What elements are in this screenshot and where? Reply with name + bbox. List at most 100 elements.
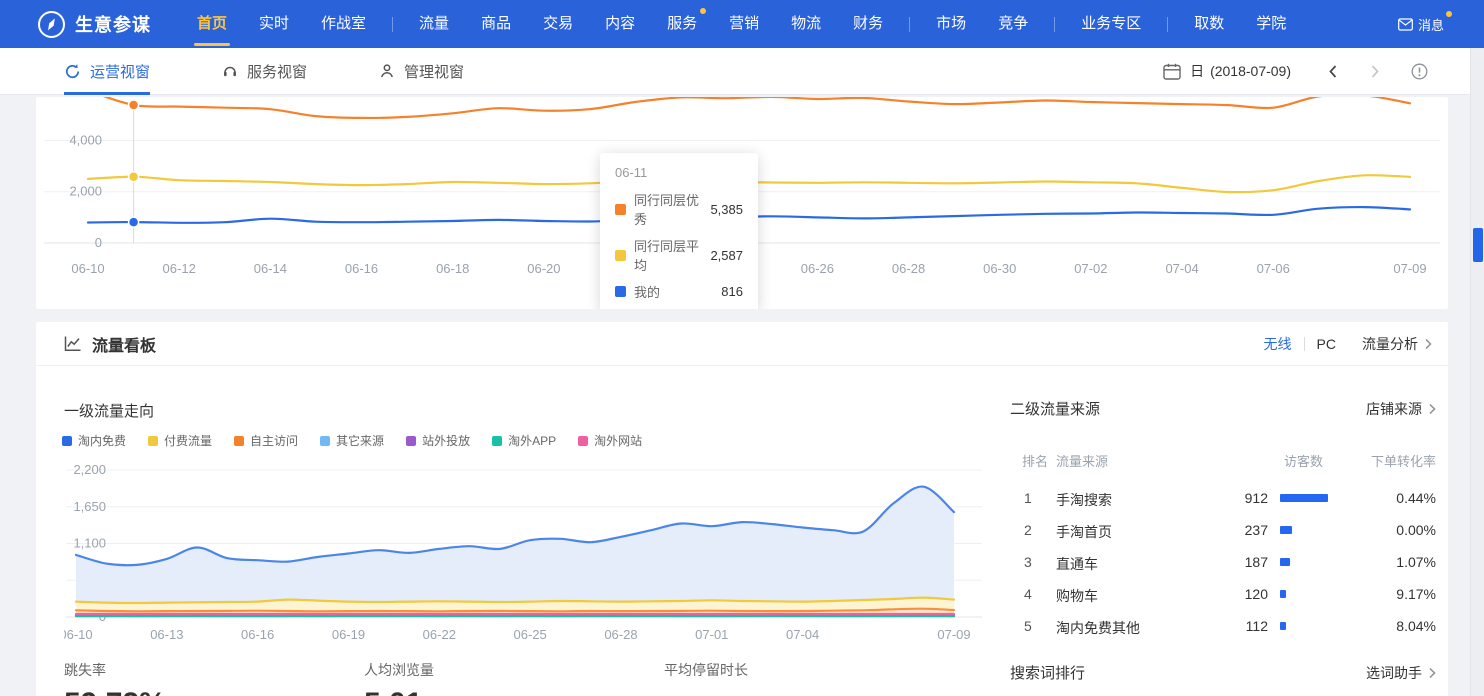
legend-item[interactable]: 淘外网站 bbox=[578, 432, 642, 449]
search-rank-header: 搜索词排行 选词助手 bbox=[1010, 662, 1436, 683]
nav-item-marketing[interactable]: 营销 bbox=[713, 0, 775, 48]
scrollbar-thumb[interactable] bbox=[1473, 228, 1483, 262]
table-row[interactable]: 3直通车 187 1.07% bbox=[1010, 545, 1436, 577]
nav-divider bbox=[392, 17, 393, 32]
table-row[interactable]: 2手淘首页 237 0.00% bbox=[1010, 513, 1436, 545]
device-tab-pc[interactable]: PC bbox=[1317, 336, 1336, 352]
svg-text:07-04: 07-04 bbox=[786, 627, 819, 642]
nav-divider bbox=[1054, 17, 1055, 32]
legend-item[interactable]: 自主访问 bbox=[234, 432, 298, 449]
svg-text:1,100: 1,100 bbox=[73, 536, 106, 551]
svg-text:0: 0 bbox=[95, 235, 102, 250]
headset-icon bbox=[222, 63, 238, 79]
svg-text:06-30: 06-30 bbox=[983, 261, 1016, 276]
svg-text:06-10: 06-10 bbox=[71, 261, 104, 276]
tooltip-date: 06-11 bbox=[615, 165, 743, 180]
legend-item[interactable]: 其它来源 bbox=[320, 432, 384, 449]
traffic-board-card: 流量看板 无线 PC 流量分析 一级流量走向 淘内免费 付费流量 自主访问 其它… bbox=[36, 322, 1448, 696]
svg-text:06-16: 06-16 bbox=[345, 261, 378, 276]
stat-avg-stay-time: 平均停留时长 17.49秒 bbox=[664, 660, 964, 696]
svg-text:1,650: 1,650 bbox=[73, 499, 106, 514]
area-chart-legend: 淘内免费 付费流量 自主访问 其它来源 站外投放 淘外APP 淘外网站 bbox=[62, 432, 664, 449]
scrollbar-track[interactable] bbox=[1470, 48, 1484, 696]
board-controls: 无线 PC 流量分析 bbox=[1264, 334, 1432, 354]
nav-divider bbox=[1167, 17, 1168, 32]
brand[interactable]: 生意参谋 bbox=[38, 11, 151, 38]
nav-item-trade[interactable]: 交易 bbox=[527, 0, 589, 48]
nav-item-logistics[interactable]: 物流 bbox=[775, 0, 837, 48]
nav-item-goods[interactable]: 商品 bbox=[465, 0, 527, 48]
visitor-benchmark-chart-card: 02,0004,00006-1006-1206-1406-1606-1806-2… bbox=[36, 97, 1448, 309]
tab-operations-view[interactable]: 运营视窗 bbox=[64, 48, 150, 95]
calendar-icon[interactable] bbox=[1163, 63, 1181, 80]
svg-text:2,000: 2,000 bbox=[69, 184, 102, 199]
prev-date-button[interactable] bbox=[1327, 64, 1339, 79]
nav-item-competition[interactable]: 竞争 bbox=[982, 0, 1044, 48]
svg-text:07-01: 07-01 bbox=[695, 627, 728, 642]
legend-item[interactable]: 淘内免费 bbox=[62, 432, 126, 449]
secondary-traffic-panel: 二级流量来源 店铺来源 排名 流量来源 访客数 下单转化率 1手淘搜索 912 bbox=[1010, 398, 1436, 641]
svg-text:06-20: 06-20 bbox=[527, 261, 560, 276]
sycm-logo-icon bbox=[38, 11, 65, 38]
nav-item-finance[interactable]: 财务 bbox=[837, 0, 899, 48]
next-date-button[interactable] bbox=[1369, 64, 1381, 79]
series-swatch bbox=[615, 250, 626, 261]
nav-item-service[interactable]: 服务 bbox=[651, 0, 713, 48]
table-row[interactable]: 5淘内免费其他 112 8.04% bbox=[1010, 609, 1436, 641]
svg-text:07-09: 07-09 bbox=[937, 627, 970, 642]
tooltip-row: 我的 816 bbox=[615, 282, 743, 301]
visitors-bar bbox=[1280, 590, 1286, 598]
date-bar: 日 (2018-07-09) bbox=[1163, 61, 1428, 81]
svg-text:06-28: 06-28 bbox=[892, 261, 925, 276]
nav-item-content[interactable]: 内容 bbox=[589, 0, 651, 48]
primary-traffic-area-chart[interactable]: 05501,1001,6502,20006-1006-1306-1606-190… bbox=[64, 452, 984, 652]
legend-item[interactable]: 淘外APP bbox=[492, 432, 556, 449]
nav-item-academy[interactable]: 学院 bbox=[1240, 0, 1302, 48]
svg-text:06-16: 06-16 bbox=[241, 627, 274, 642]
series-swatch bbox=[615, 204, 626, 215]
chevron-right-icon bbox=[1424, 338, 1432, 350]
svg-text:06-26: 06-26 bbox=[801, 261, 834, 276]
svg-text:06-19: 06-19 bbox=[332, 627, 365, 642]
user-icon bbox=[379, 63, 395, 79]
top-nav: 生意参谋 首页 实时 作战室 流量 商品 交易 内容 服务 营销 物流 财务 市… bbox=[0, 0, 1484, 48]
legend-item[interactable]: 站外投放 bbox=[406, 432, 470, 449]
svg-text:06-25: 06-25 bbox=[514, 627, 547, 642]
tooltip-row: 同行同层优秀 5,385 bbox=[615, 190, 743, 228]
tab-management-view[interactable]: 管理视窗 bbox=[379, 48, 464, 95]
table-row[interactable]: 4购物车 120 9.17% bbox=[1010, 577, 1436, 609]
visitors-bar bbox=[1280, 494, 1328, 502]
svg-text:07-02: 07-02 bbox=[1074, 261, 1107, 276]
notification-dot bbox=[1446, 11, 1452, 17]
traffic-analysis-link[interactable]: 流量分析 bbox=[1362, 334, 1432, 354]
legend-item[interactable]: 付费流量 bbox=[148, 432, 212, 449]
table-header: 排名 流量来源 访客数 下单转化率 bbox=[1010, 451, 1436, 467]
nav-item-home[interactable]: 首页 bbox=[181, 0, 243, 48]
primary-traffic-title: 一级流量走向 bbox=[64, 400, 154, 421]
nav-item-market[interactable]: 市场 bbox=[920, 0, 982, 48]
tab-service-view[interactable]: 服务视窗 bbox=[222, 48, 307, 95]
svg-text:06-10: 06-10 bbox=[64, 627, 93, 642]
nav-item-data-fetch[interactable]: 取数 bbox=[1178, 0, 1240, 48]
stat-pages-per-visit: 人均浏览量 5.01 bbox=[364, 660, 664, 696]
view-tabbar: 运营视窗 服务视窗 管理视窗 日 (2018-07-09) bbox=[0, 48, 1484, 95]
date-granularity[interactable]: 日 bbox=[1190, 61, 1204, 81]
search-rank-title: 搜索词排行 bbox=[1010, 662, 1085, 683]
svg-text:4,000: 4,000 bbox=[69, 132, 102, 147]
divider bbox=[1304, 337, 1305, 351]
visitors-bar bbox=[1280, 558, 1290, 566]
date-value[interactable]: (2018-07-09) bbox=[1210, 63, 1291, 79]
stat-bounce-rate: 跳失率 59.72% bbox=[64, 660, 364, 696]
nav-item-warroom[interactable]: 作战室 bbox=[305, 0, 382, 48]
device-tab-wireless[interactable]: 无线 bbox=[1264, 334, 1292, 354]
nav-item-business-zone[interactable]: 业务专区 bbox=[1065, 0, 1157, 48]
messages-button[interactable]: 消息 bbox=[1398, 15, 1444, 34]
nav-item-realtime[interactable]: 实时 bbox=[243, 0, 305, 48]
shop-source-link[interactable]: 店铺来源 bbox=[1366, 399, 1436, 419]
word-assistant-link[interactable]: 选词助手 bbox=[1366, 663, 1436, 683]
nav-divider bbox=[909, 17, 910, 32]
table-row[interactable]: 1手淘搜索 912 0.44% bbox=[1010, 481, 1436, 513]
svg-text:06-14: 06-14 bbox=[254, 261, 287, 276]
nav-item-traffic[interactable]: 流量 bbox=[403, 0, 465, 48]
info-icon[interactable] bbox=[1411, 63, 1428, 80]
